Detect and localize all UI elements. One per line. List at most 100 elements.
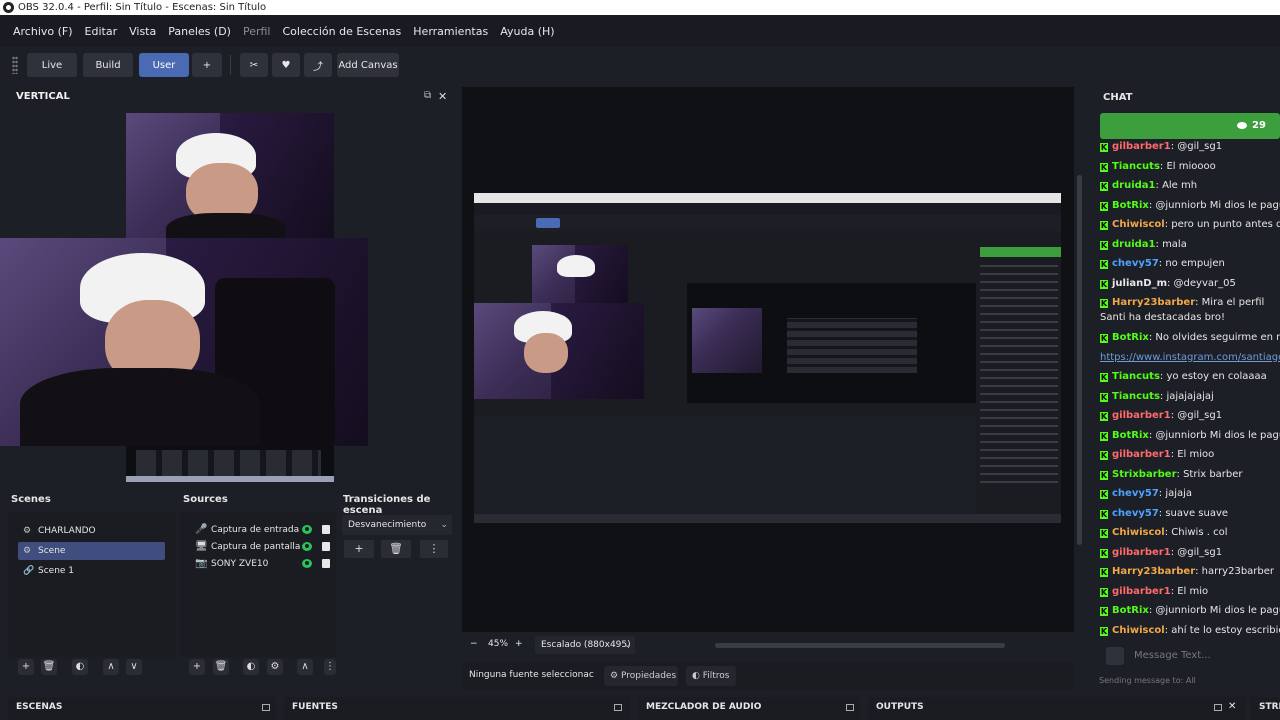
sources-title: Sources [183, 494, 228, 505]
filters-button[interactable]: ◐ Filtros [686, 666, 736, 686]
menu-coleccion-escenas[interactable]: Colección de Escenas [277, 25, 408, 38]
menu-perfil[interactable]: Perfil [237, 25, 277, 38]
menu-herramientas[interactable]: Herramientas [407, 25, 494, 38]
source-item-sony-zve10[interactable]: 📷 SONY ZVE10 [195, 556, 340, 572]
lock-icon[interactable] [322, 542, 330, 551]
chat-username[interactable]: gilbarber1 [1112, 141, 1171, 152]
chat-username[interactable]: Tiancuts [1112, 161, 1160, 172]
scene-item-scene[interactable]: ⚙ Scene [18, 542, 165, 560]
dock-tab-outputs[interactable]: OUTPUTS ✕ [868, 697, 1245, 720]
title-bar: OBS 32.0.4 - Perfil: Sin Título - Escena… [0, 0, 1280, 15]
remove-source-button[interactable]: 🗑 [213, 659, 229, 675]
chat-message-text: : no empujen [1158, 258, 1225, 269]
scene-item-scene-1[interactable]: 🔗 Scene 1 [18, 562, 165, 580]
chat-username[interactable]: chevy57 [1112, 508, 1159, 519]
menu-archivo[interactable]: Archivo (F) [7, 25, 79, 38]
chat-username[interactable]: gilbarber1 [1112, 547, 1171, 558]
menu-paneles[interactable]: Paneles (D) [162, 25, 237, 38]
scene-item-charlando[interactable]: ⚙ CHARLANDO [18, 522, 165, 540]
chat-username[interactable]: BotRix [1112, 332, 1149, 343]
chat-message: K BotRix: @junniorb Mi dios le pague < [1100, 428, 1280, 443]
visibility-eye-icon[interactable] [302, 559, 312, 568]
add-canvas-button[interactable]: Add Canvas [337, 53, 399, 77]
float-icon[interactable] [846, 704, 854, 711]
preview-horizontal-scrollbar[interactable] [715, 643, 1005, 648]
chat-message: Kgilbarber1: @gil_sg1 [1100, 408, 1280, 423]
chat-username[interactable]: Chiwiscol [1112, 625, 1165, 636]
zoom-in-button[interactable]: + [515, 639, 523, 649]
source-move-up-button[interactable]: ∧ [297, 659, 313, 675]
chat-username[interactable]: Harry23barber [1112, 566, 1195, 577]
close-icon[interactable]: ✕ [1228, 697, 1236, 717]
chat-username[interactable]: chevy57 [1112, 488, 1159, 499]
chat-username[interactable]: Tiancuts [1112, 391, 1160, 402]
source-item-captura-pantalla[interactable]: 🖥 Captura de pantalla [195, 539, 340, 555]
add-transition-button[interactable]: + [344, 540, 374, 558]
scene-filter-icon[interactable]: ◐ [72, 659, 88, 675]
gear-icon: ⚙ [610, 671, 619, 681]
source-item-captura-entrada[interactable]: 🎤 Captura de entrada d [195, 522, 340, 538]
visibility-eye-icon[interactable] [302, 525, 312, 534]
zoom-out-button[interactable]: − [470, 639, 478, 649]
dock-tab-mezclador-audio[interactable]: MEZCLADOR DE AUDIO [638, 697, 860, 720]
source-settings-gear-icon[interactable]: ⚙ [267, 659, 283, 675]
chat-username[interactable]: gilbarber1 [1112, 410, 1171, 421]
remove-scene-button[interactable]: 🗑 [41, 659, 57, 675]
lock-icon[interactable] [322, 559, 330, 568]
float-icon[interactable]: ⧉ [424, 90, 431, 101]
preview-vertical-scrollbar[interactable] [1077, 175, 1082, 545]
source-more-icon[interactable]: ⋮ [324, 659, 336, 675]
scaling-select[interactable]: Escalado (880x495) ⌄ [535, 636, 635, 654]
float-icon[interactable] [262, 704, 270, 711]
dock-tab-fuentes[interactable]: FUENTES [284, 697, 630, 720]
menu-ayuda[interactable]: Ayuda (H) [494, 25, 560, 38]
chat-message: K Chiwiscol: pero un punto antes del c [1100, 217, 1280, 232]
source-filter-icon[interactable]: ◐ [243, 659, 259, 675]
dock-tab-escenas[interactable]: ESCENAS [8, 697, 276, 720]
chat-username[interactable]: BotRix [1112, 605, 1149, 616]
chat-username[interactable]: gilbarber1 [1112, 586, 1171, 597]
share-icon[interactable]: ⤴ [304, 53, 332, 77]
transition-select[interactable]: Desvanecimiento ⌄ [342, 515, 452, 535]
chat-message-text: : No olvides seguirme en mis r [1148, 332, 1280, 343]
tab-live[interactable]: Live [27, 53, 77, 77]
add-scene-button[interactable]: + [18, 659, 34, 675]
visibility-eye-icon[interactable] [302, 542, 312, 551]
chat-link[interactable]: https://www.instagram.com/santiagoser [1100, 352, 1280, 363]
kick-badge-icon: K [1100, 143, 1108, 152]
scene-move-down-button[interactable]: ∨ [126, 659, 142, 675]
float-icon[interactable] [614, 704, 622, 711]
chat-username[interactable]: gilbarber1 [1112, 449, 1171, 460]
chat-username[interactable]: Chiwiscol [1112, 527, 1165, 538]
chat-message: K Harry23barber: Mira el perfil Santi ha … [1100, 295, 1280, 327]
properties-button[interactable]: ⚙ Propiedades [604, 666, 678, 686]
menu-editar[interactable]: Editar [79, 25, 124, 38]
tools-icon[interactable]: ✂ [240, 53, 268, 77]
kick-badge-icon: K [1100, 490, 1108, 499]
heart-icon[interactable]: ♥ [272, 53, 300, 77]
lock-icon[interactable] [322, 525, 330, 534]
chat-username[interactable]: BotRix [1112, 200, 1149, 211]
chat-username[interactable]: Tiancuts [1112, 371, 1160, 382]
chat-username[interactable]: Chiwiscol [1112, 219, 1165, 230]
chat-username[interactable]: julianD_m [1112, 278, 1167, 289]
chat-username[interactable]: BotRix [1112, 430, 1149, 441]
remove-transition-button[interactable]: 🗑 [381, 540, 411, 558]
close-icon[interactable]: ✕ [438, 90, 447, 103]
add-tab-button[interactable]: + [192, 53, 222, 77]
chat-username[interactable]: Strixbarber [1112, 469, 1177, 480]
menu-vista[interactable]: Vista [123, 25, 162, 38]
float-icon[interactable] [1214, 704, 1222, 711]
chat-username[interactable]: Harry23barber [1112, 297, 1195, 308]
chat-username[interactable]: druida1 [1112, 180, 1156, 191]
chat-username[interactable]: chevy57 [1112, 258, 1159, 269]
tab-user[interactable]: User [139, 53, 189, 77]
dock-tab-stre[interactable]: STRE [1251, 697, 1280, 720]
chat-username[interactable]: druida1 [1112, 239, 1156, 250]
scene-move-up-button[interactable]: ∧ [103, 659, 119, 675]
toolbar-grip-handle[interactable] [12, 56, 18, 74]
transition-more-icon[interactable]: ⋮ [420, 540, 448, 558]
tab-build[interactable]: Build [83, 53, 133, 77]
add-source-button[interactable]: + [189, 659, 205, 675]
chat-message-input[interactable]: Message Text... [1098, 645, 1280, 669]
